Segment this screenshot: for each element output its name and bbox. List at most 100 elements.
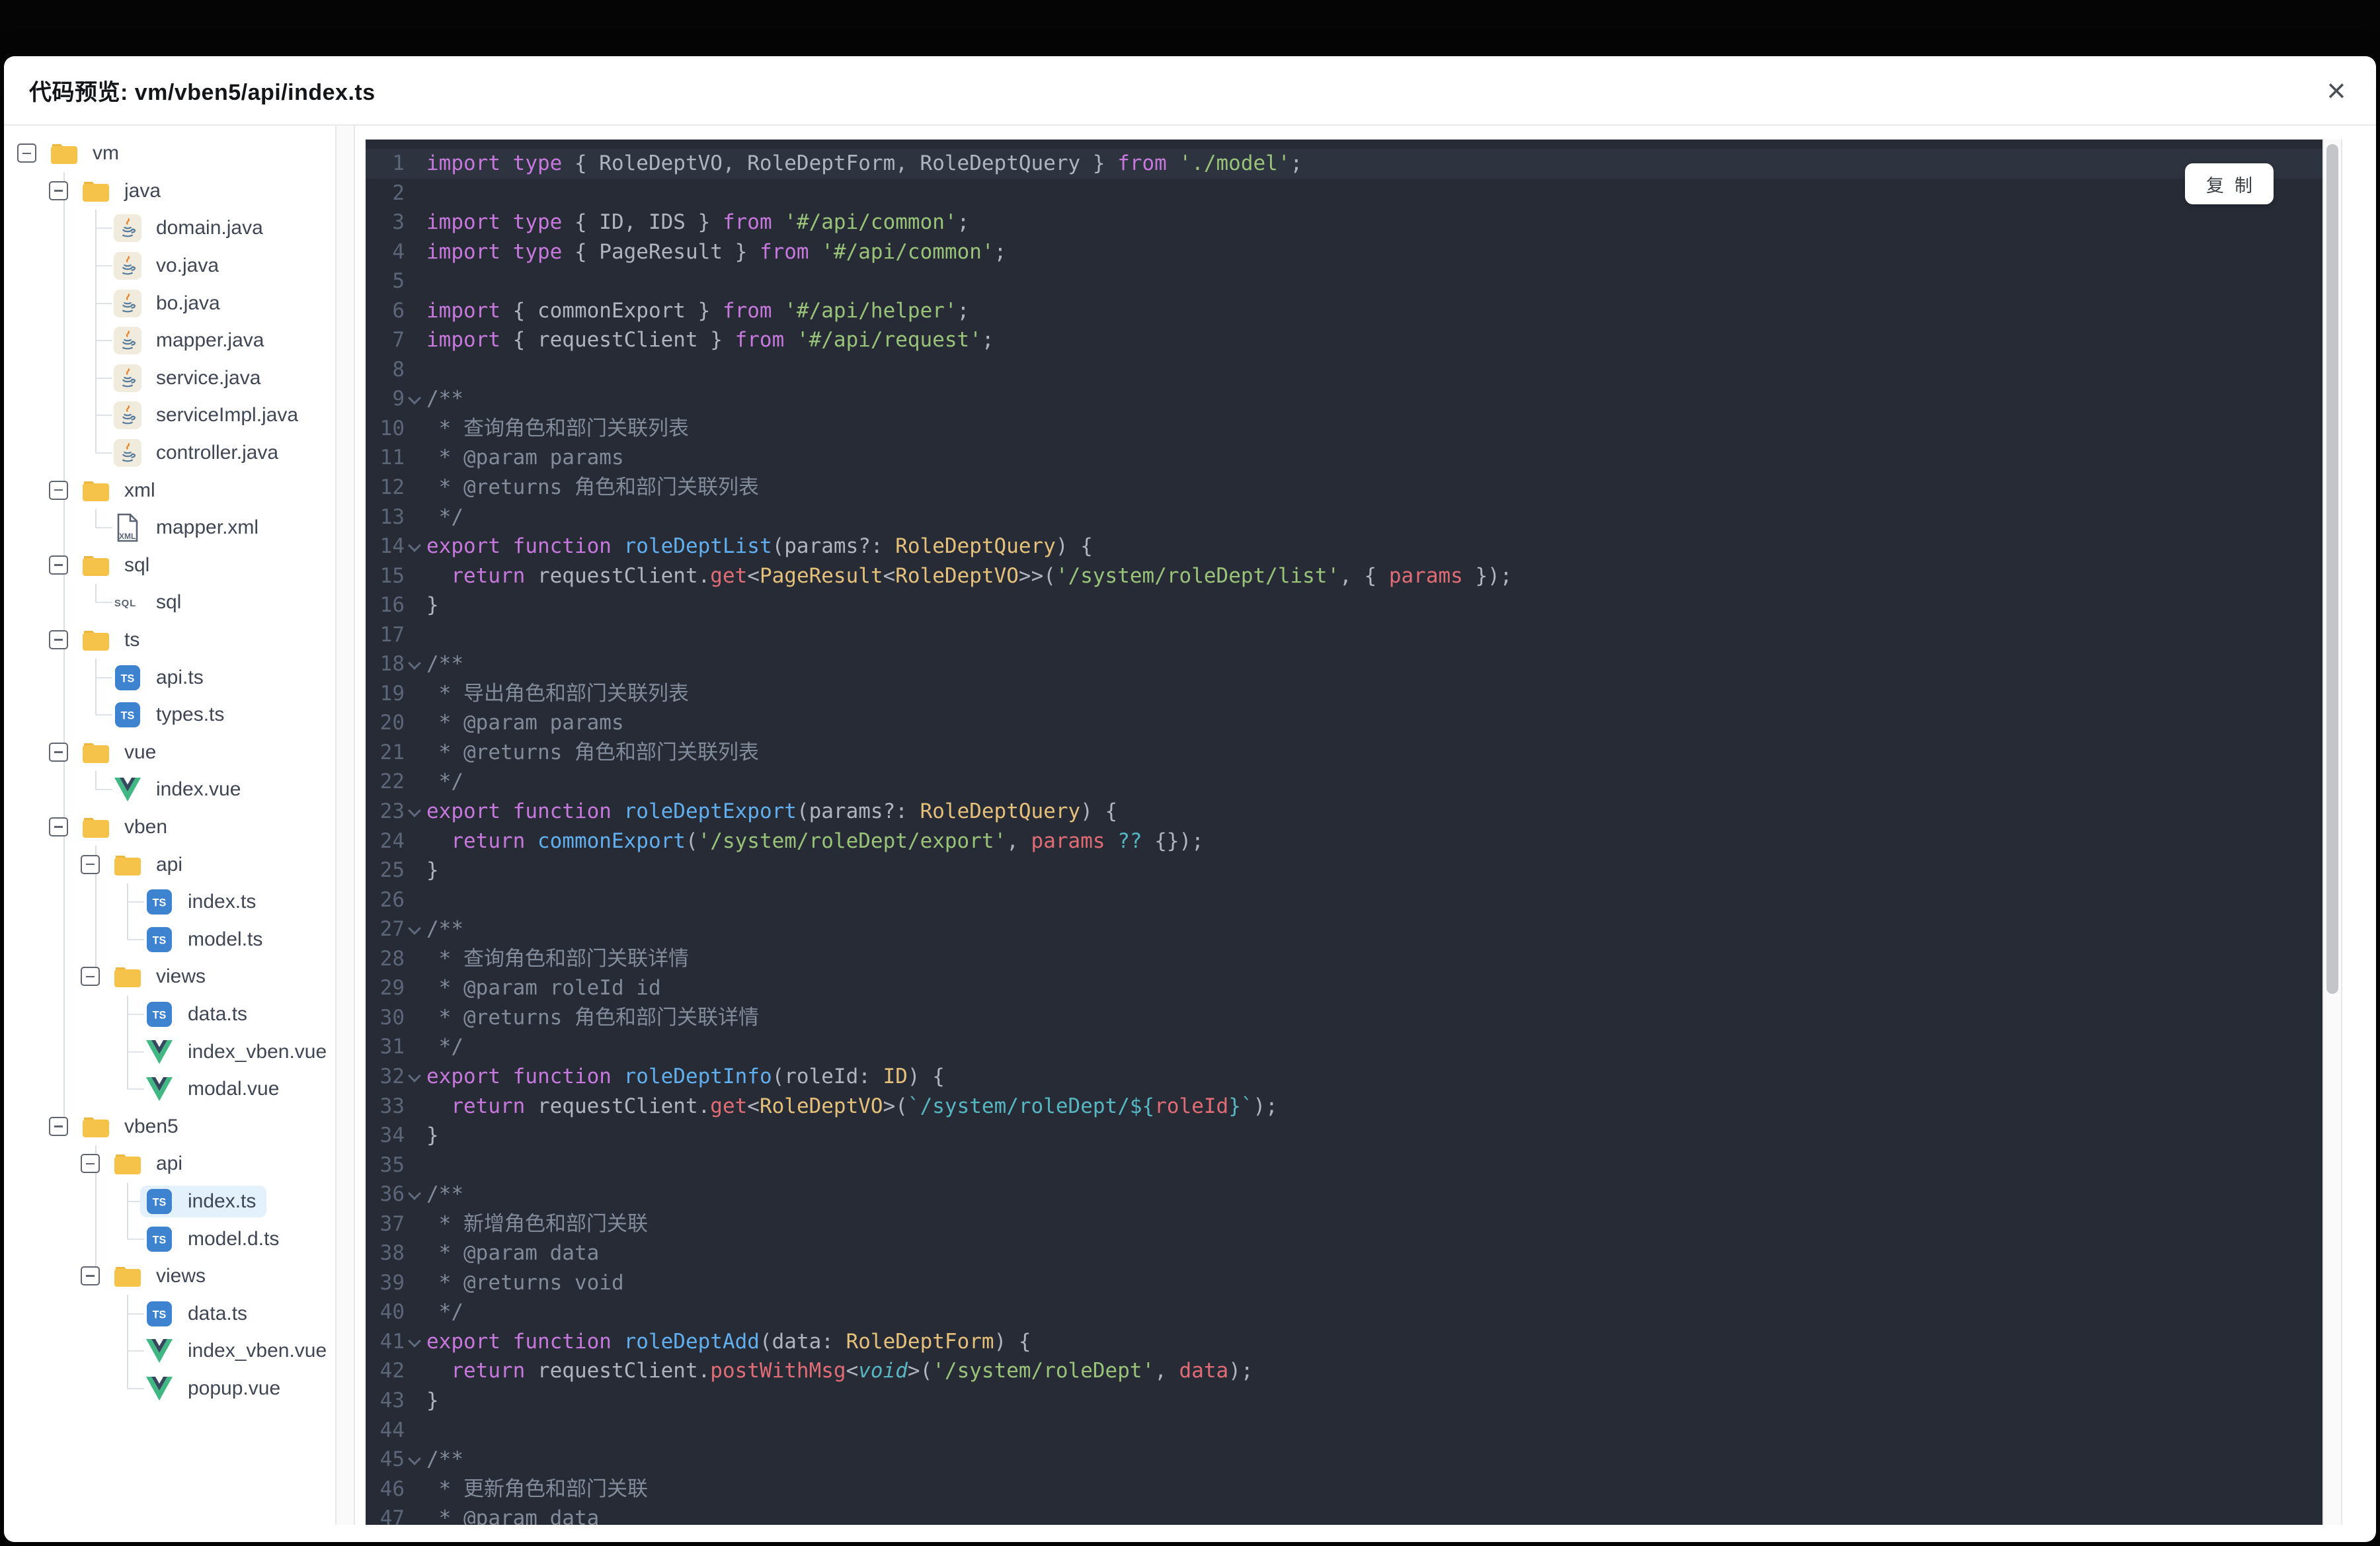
line-number: 6 (392, 298, 405, 323)
tree-collapse-toggle[interactable] (81, 967, 100, 987)
tree-item-java[interactable]: java (4, 172, 335, 210)
tree-item-sql[interactable]: sql (4, 546, 335, 585)
fold-chevron-icon[interactable] (405, 1445, 426, 1475)
code-scrollbar-thumb[interactable] (2326, 144, 2338, 994)
tree-item-content[interactable]: ts (77, 624, 150, 656)
tree-collapse-toggle[interactable] (49, 817, 68, 836)
tree-item-content[interactable]: popup.vue (140, 1373, 291, 1404)
tree-collapse-toggle[interactable] (49, 181, 68, 200)
tree-item-index-ts[interactable]: TS index.ts (4, 1182, 335, 1221)
tree-collapse-toggle[interactable] (49, 630, 68, 650)
tree-item-modal-vue[interactable]: modal.vue (4, 1070, 335, 1108)
tree-item-content[interactable]: vben (77, 811, 178, 843)
tree-collapse-toggle[interactable] (17, 143, 36, 163)
tree-item-content[interactable]: TS data.ts (140, 998, 258, 1030)
fold-chevron-icon[interactable] (405, 1327, 426, 1357)
fold-chevron-icon[interactable] (405, 1062, 426, 1092)
tree-collapse-toggle[interactable] (49, 742, 68, 762)
tree-collapse-toggle[interactable] (49, 1116, 68, 1136)
tree-item-popup-vue[interactable]: popup.vue (4, 1369, 335, 1408)
tree-item-domain-java[interactable]: domain.java (4, 210, 335, 247)
tree-item-mapper-java[interactable]: mapper.java (4, 321, 335, 360)
tree-item-mapper-xml[interactable]: XML mapper.xml (4, 509, 335, 547)
tree-item-sql[interactable]: SQL sql (4, 584, 335, 622)
copy-button[interactable]: 复制 (2185, 163, 2274, 204)
tree-item-content[interactable]: vo.java (108, 250, 229, 282)
tree-collapse-toggle[interactable] (81, 1154, 100, 1174)
tree-collapse-toggle[interactable] (49, 480, 68, 500)
tree-item-data-ts[interactable]: TS data.ts (4, 1295, 335, 1332)
tree-item-content[interactable]: serviceImpl.java (108, 399, 309, 431)
tree-item-content[interactable]: index.vue (108, 774, 251, 805)
tree-item-types-ts[interactable]: TS types.ts (4, 696, 335, 734)
tree-item-content[interactable]: TS api.ts (108, 662, 214, 694)
tree-item-content[interactable]: xml (77, 475, 166, 507)
tree-item-controller-java[interactable]: controller.java (4, 434, 335, 472)
tree-item-api-ts[interactable]: TS api.ts (4, 659, 335, 696)
tree-item-content[interactable]: TS types.ts (108, 699, 235, 731)
tree-collapse-toggle[interactable] (49, 555, 68, 575)
ts-icon: TS (145, 1300, 173, 1328)
tree-item-label: sql (156, 591, 182, 614)
tree-item-content[interactable]: XML mapper.xml (108, 512, 269, 544)
tree-item-views[interactable]: views (4, 1257, 335, 1295)
tree-item-index-vue[interactable]: index.vue (4, 771, 335, 809)
tree-collapse-toggle[interactable] (81, 854, 100, 874)
tree-item-content[interactable]: mapper.java (108, 325, 274, 356)
tree-item-content[interactable]: views (108, 1260, 216, 1292)
tree-item-content[interactable]: index_vben.vue (140, 1335, 335, 1367)
tree-item-serviceimpl-java[interactable]: serviceImpl.java (4, 397, 335, 434)
tree-item-content[interactable]: bo.java (108, 288, 231, 319)
tree-item-xml[interactable]: xml (4, 471, 335, 509)
tree-item-content[interactable]: controller.java (108, 437, 289, 469)
tree-item-content[interactable]: vue (77, 737, 167, 768)
fold-chevron-icon[interactable] (405, 797, 426, 827)
tree-item-model-ts[interactable]: TS model.ts (4, 920, 335, 959)
tree-collapse-toggle[interactable] (81, 1266, 100, 1286)
tree-item-content[interactable]: java (77, 175, 171, 207)
tree-item-content[interactable]: api (108, 1148, 193, 1180)
tree-item-index-vben-vue[interactable]: index_vben.vue (4, 1332, 335, 1370)
tree-item-index-ts[interactable]: TS index.ts (4, 883, 335, 921)
tree-item-bo-java[interactable]: bo.java (4, 284, 335, 322)
code-text: * 导出角色和部门关联列表 (426, 681, 689, 706)
tree-item-content[interactable]: views (108, 961, 216, 993)
tree-item-views[interactable]: views (4, 958, 335, 996)
tree-item-api[interactable]: api (4, 1145, 335, 1183)
tree-item-content[interactable]: index_vben.vue (140, 1036, 335, 1068)
tree-item-model-d-ts[interactable]: TS model.d.ts (4, 1220, 335, 1258)
tree-item-ts[interactable]: ts (4, 621, 335, 659)
tree-item-content[interactable]: api (108, 849, 193, 881)
fold-chevron-icon[interactable] (405, 532, 426, 561)
tree-item-api[interactable]: api (4, 846, 335, 883)
tree-item-vue[interactable]: vue (4, 733, 335, 772)
tree-item-content[interactable]: modal.vue (140, 1073, 290, 1105)
tree-item-data-ts[interactable]: TS data.ts (4, 995, 335, 1034)
tree-item-content[interactable]: TS data.ts (140, 1298, 258, 1330)
tree-item-vben[interactable]: vben (4, 808, 335, 846)
tree-item-content[interactable]: domain.java (108, 212, 274, 244)
fold-chevron-icon[interactable] (405, 915, 426, 944)
tree-item-service-java[interactable]: service.java (4, 359, 335, 397)
code-panel[interactable]: 1 import type { RoleDeptVO, RoleDeptForm,… (366, 140, 2322, 1525)
tree-item-content[interactable]: sql (77, 549, 160, 581)
tree-item-vm[interactable]: vm (4, 135, 335, 173)
fold-chevron-icon[interactable] (405, 384, 426, 414)
tree-item-content[interactable]: TS model.ts (140, 924, 273, 956)
code-scrollbar-track[interactable] (2322, 140, 2342, 1525)
tree-item-content[interactable]: TS model.d.ts (140, 1223, 290, 1255)
tree-item-selected[interactable]: TS index.ts (140, 1185, 267, 1217)
tree-item-content[interactable]: vben5 (77, 1111, 189, 1143)
sidebar-scrollbar-track[interactable] (335, 126, 355, 1525)
fold-chevron-icon[interactable] (405, 1180, 426, 1209)
tree-item-vo-java[interactable]: vo.java (4, 247, 335, 285)
tree-item-index-vben-vue[interactable]: index_vben.vue (4, 1033, 335, 1071)
tree-item-content[interactable]: vm (45, 138, 130, 169)
tree-item-vben5[interactable]: vben5 (4, 1108, 335, 1145)
line-number: 43 (379, 1388, 405, 1412)
tree-item-content[interactable]: TS index.ts (140, 886, 266, 918)
tree-item-content[interactable]: service.java (108, 362, 271, 394)
close-icon[interactable]: × (2315, 69, 2358, 112)
tree-item-content[interactable]: SQL sql (108, 587, 192, 618)
fold-chevron-icon[interactable] (405, 649, 426, 679)
